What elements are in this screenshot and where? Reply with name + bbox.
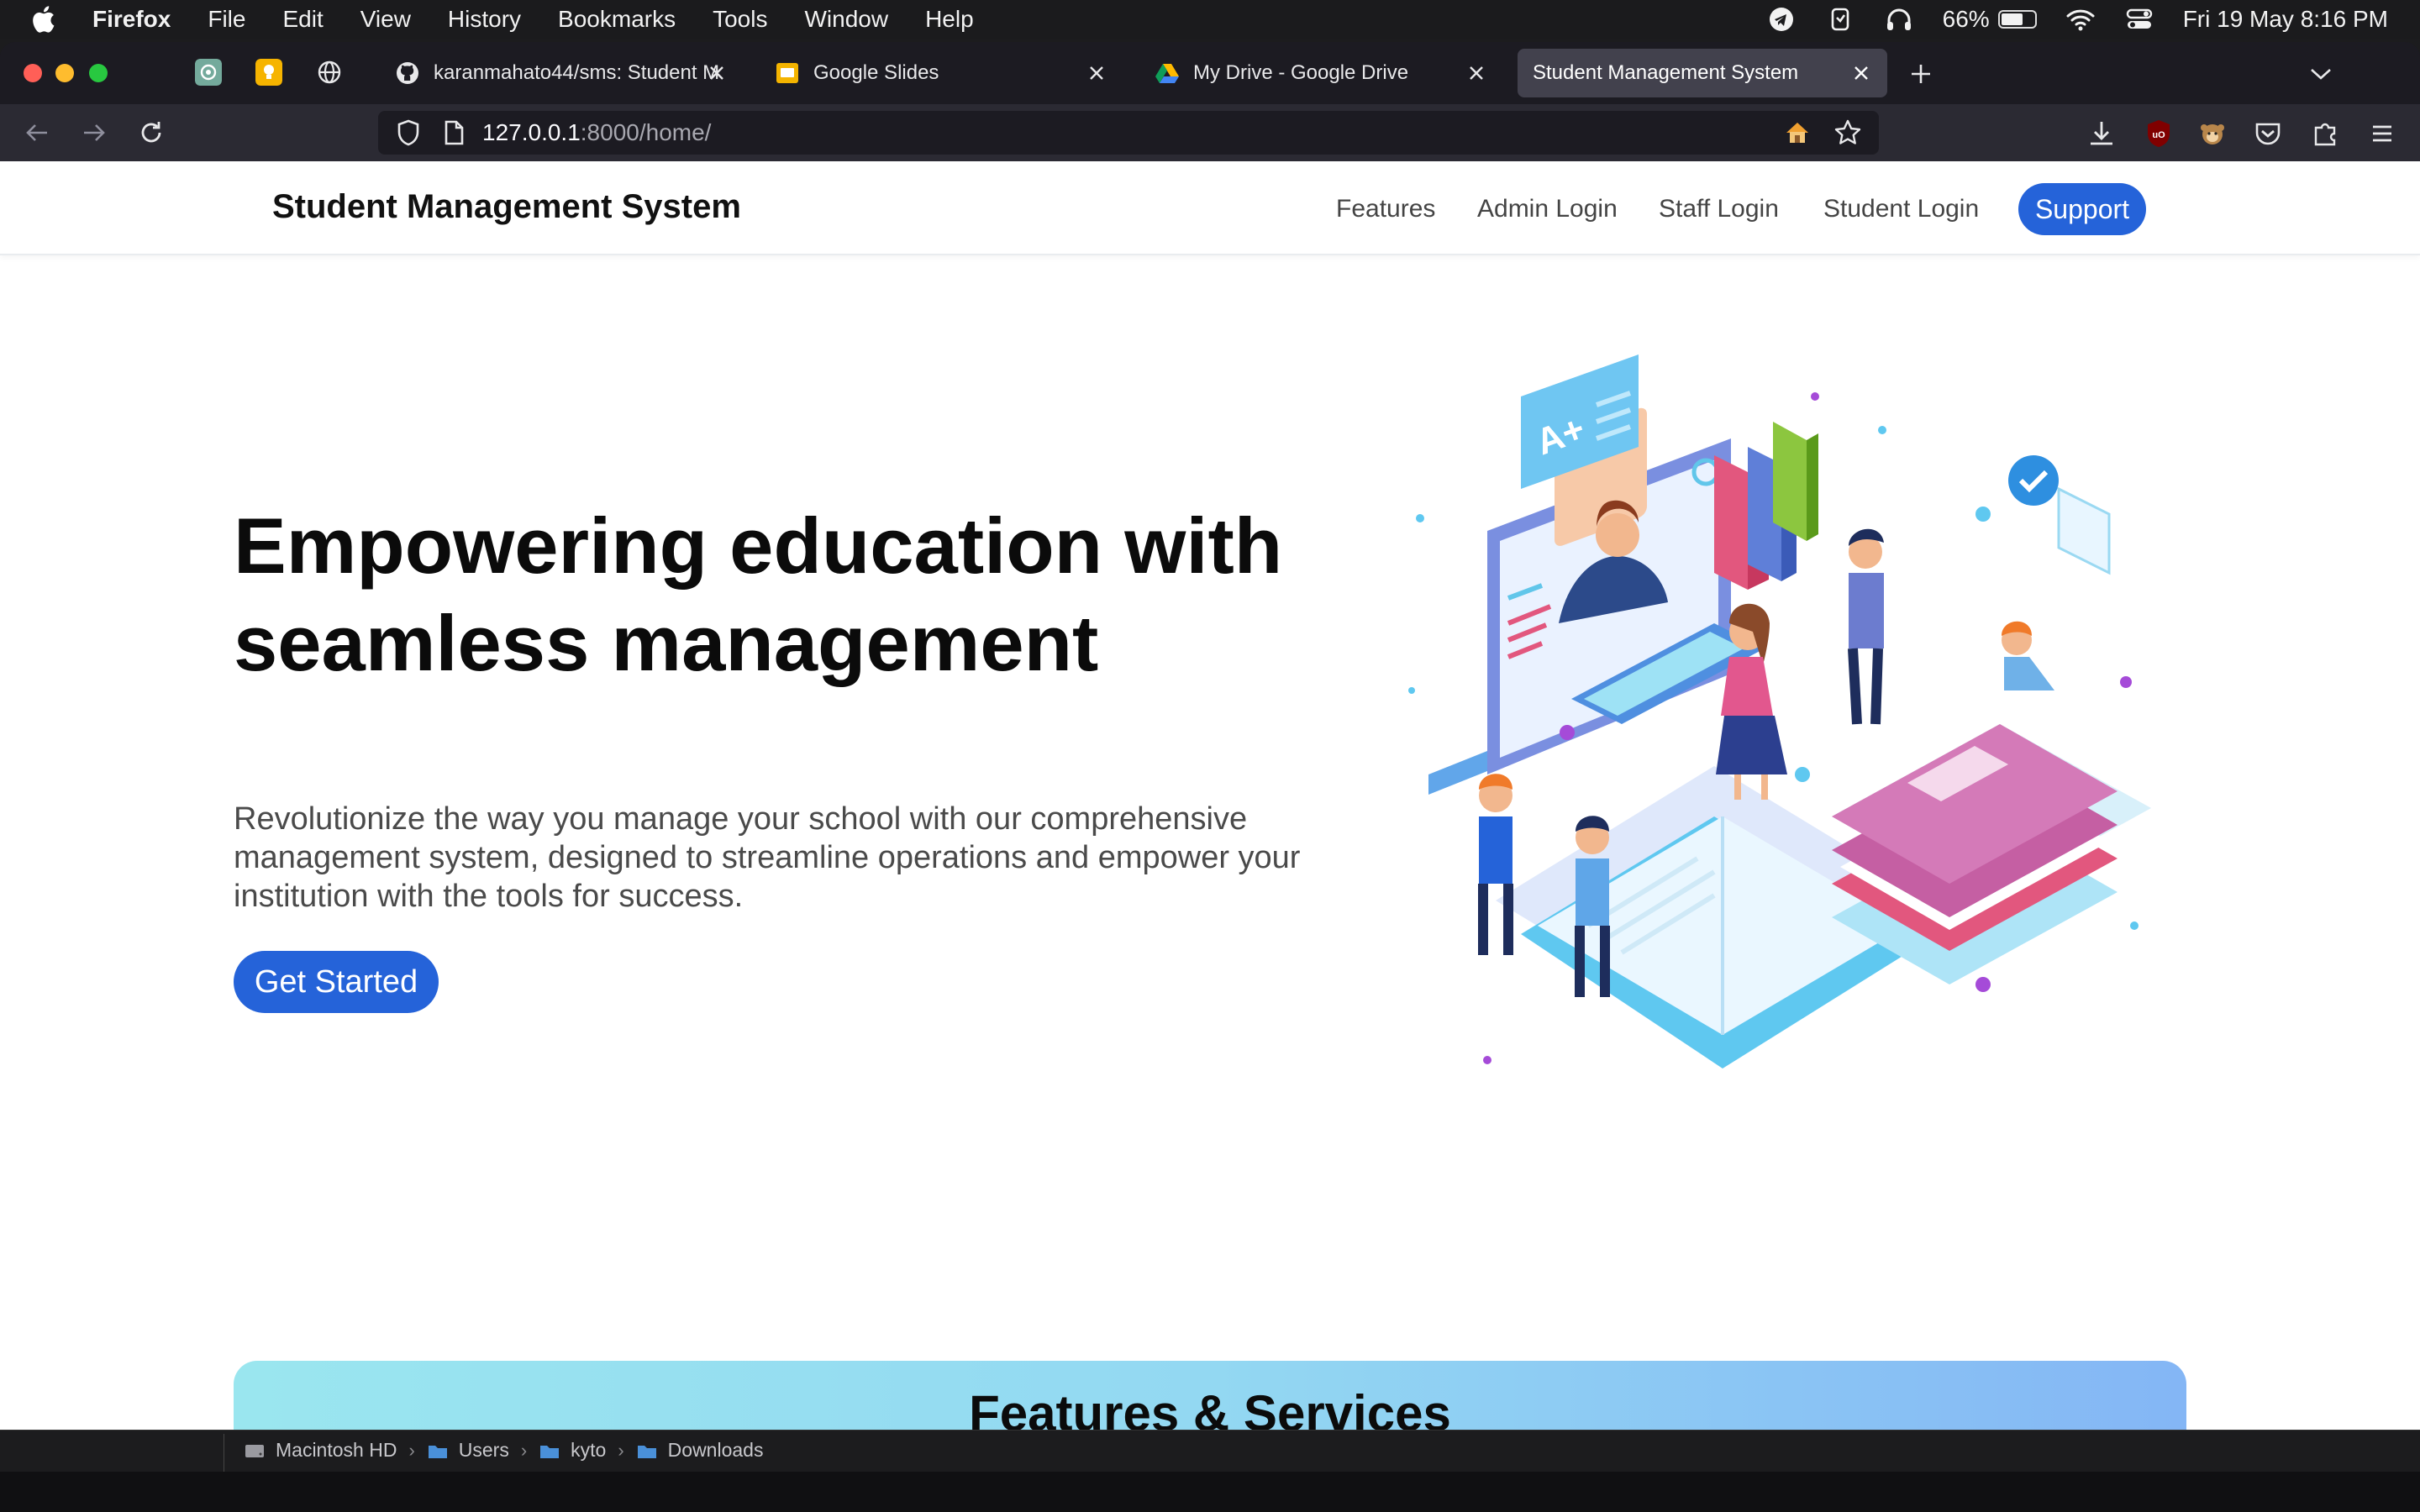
battery-level-fill <box>2001 13 2023 25</box>
menu-help[interactable]: Help <box>925 6 974 33</box>
tab-title: Google Slides <box>813 61 939 84</box>
tab-google-drive[interactable]: My Drive - Google Drive <box>1139 49 1502 97</box>
path-item-downloads[interactable]: Downloads <box>668 1439 764 1462</box>
zoom-window-button[interactable] <box>89 64 108 82</box>
menu-edit[interactable]: Edit <box>282 6 323 33</box>
menu-history[interactable]: History <box>448 6 521 33</box>
menubar-clock[interactable]: Fri 19 May 8:16 PM <box>2183 6 2388 33</box>
pinned-tab-chatgpt-icon[interactable] <box>195 59 222 86</box>
path-separator-icon: › <box>408 1439 415 1461</box>
page-info-icon[interactable] <box>442 119 466 146</box>
telegram-icon[interactable] <box>1766 7 1797 32</box>
apple-menu-icon[interactable] <box>30 5 55 34</box>
support-button[interactable]: Support <box>2018 183 2146 235</box>
svg-text:uO: uO <box>2152 130 2165 140</box>
tab-github-sms[interactable]: karanmahato44/sms: Student M <box>380 49 743 97</box>
google-drive-icon <box>1155 64 1179 83</box>
path-item-macintosh-hd[interactable]: Macintosh HD <box>276 1439 397 1462</box>
url-host: 127.0.0.1 <box>482 119 581 145</box>
close-tab-icon[interactable] <box>1465 62 1487 84</box>
control-center-icon[interactable] <box>2124 7 2154 32</box>
wifi-icon[interactable] <box>2065 7 2096 32</box>
desktop-background <box>0 1472 2420 1512</box>
tab-title: Student Management System <box>1533 61 1799 84</box>
new-tab-plus-icon[interactable] <box>1907 60 1934 87</box>
nav-student-login-link[interactable]: Student Login <box>1823 195 1979 223</box>
features-section: Features & Services <box>234 1361 2186 1430</box>
forward-arrow-icon[interactable] <box>79 118 109 148</box>
features-heading: Features & Services <box>969 1385 1451 1430</box>
google-slides-icon <box>776 63 798 83</box>
clipboard-app-icon[interactable] <box>1825 7 1855 32</box>
pinned-tab-globe-icon[interactable] <box>316 59 343 86</box>
url-bar[interactable]: 127.0.0.1:8000/home/ <box>378 111 1879 155</box>
extensions-puzzle-icon[interactable] <box>2309 118 2341 150</box>
folder-icon <box>428 1445 447 1458</box>
hero-subtitle: Revolutionize the way you manage your sc… <box>234 801 1301 914</box>
tab-google-slides[interactable]: Google Slides <box>760 49 1123 97</box>
folder-icon <box>637 1445 656 1458</box>
reload-icon[interactable] <box>136 118 166 148</box>
hamburger-menu-icon[interactable] <box>2366 118 2398 150</box>
hard-drive-icon <box>245 1444 264 1457</box>
path-separator-icon: › <box>520 1439 528 1461</box>
path-item-kyto[interactable]: kyto <box>571 1439 606 1462</box>
hero-title: Empowering education with seamless manag… <box>234 501 1283 687</box>
education-illustration: A+ <box>1408 354 2151 1068</box>
bookmark-star-icon[interactable] <box>1833 118 1862 147</box>
url-path: :8000/home/ <box>580 119 712 145</box>
tab-student-management-system[interactable]: Student Management System <box>1518 49 1887 97</box>
github-icon <box>397 62 418 84</box>
get-started-button[interactable]: Get Started <box>234 951 439 1013</box>
finder-path-bar: Macintosh HD › Users › kyto › Downloads <box>0 1430 2420 1473</box>
path-item-users[interactable]: Users <box>459 1439 509 1462</box>
macos-menu-bar: Firefox File Edit View History Bookmarks… <box>0 0 2420 39</box>
ublock-origin-icon[interactable]: uO <box>2143 118 2175 150</box>
home-extension-icon[interactable] <box>1783 118 1812 147</box>
pocket-icon[interactable] <box>2252 118 2284 150</box>
tab-bar: karanmahato44/sms: Student M Google Slid… <box>0 42 2420 104</box>
menu-view[interactable]: View <box>360 6 411 33</box>
list-all-tabs-chevron-down-icon[interactable] <box>2307 62 2334 86</box>
path-separator-icon: › <box>618 1439 624 1461</box>
battery-status[interactable]: 66% <box>1943 6 2037 33</box>
tampermonkey-icon[interactable] <box>2196 118 2228 150</box>
menu-file[interactable]: File <box>208 6 245 33</box>
app-menu-firefox[interactable]: Firefox <box>92 6 171 33</box>
menu-window[interactable]: Window <box>804 6 888 33</box>
site-brand[interactable]: Student Management System <box>272 188 741 226</box>
site-header: Student Management System Features Admin… <box>0 161 2420 255</box>
downloads-icon[interactable] <box>2086 118 2118 150</box>
pinned-tab-keep-icon[interactable] <box>255 59 282 86</box>
close-tab-icon[interactable] <box>706 62 728 84</box>
minimize-window-button[interactable] <box>55 64 74 82</box>
tab-title: My Drive - Google Drive <box>1193 61 1409 84</box>
battery-icon <box>1997 10 2037 29</box>
tracking-protection-shield-icon[interactable] <box>395 118 422 147</box>
nav-staff-login-link[interactable]: Staff Login <box>1659 195 1779 223</box>
nav-features-link[interactable]: Features <box>1336 195 1435 223</box>
nav-admin-login-link[interactable]: Admin Login <box>1477 195 1618 223</box>
firefox-window: karanmahato44/sms: Student M Google Slid… <box>0 42 2420 1430</box>
battery-percent: 66% <box>1942 6 1990 32</box>
headphones-icon[interactable] <box>1884 7 1914 32</box>
close-tab-icon[interactable] <box>1086 62 1107 84</box>
folder-icon <box>540 1445 560 1458</box>
person-figure <box>1848 528 1884 725</box>
menu-bookmarks[interactable]: Bookmarks <box>558 6 676 33</box>
close-tab-icon[interactable] <box>1850 62 1872 84</box>
navigation-toolbar: 127.0.0.1:8000/home/ uO <box>0 104 2420 161</box>
page-viewport: Student Management System Features Admin… <box>0 161 2420 1430</box>
close-window-button[interactable] <box>24 64 42 82</box>
menu-tools[interactable]: Tools <box>713 6 767 33</box>
tab-title: karanmahato44/sms: Student M <box>434 61 720 84</box>
back-arrow-icon[interactable] <box>22 118 52 148</box>
